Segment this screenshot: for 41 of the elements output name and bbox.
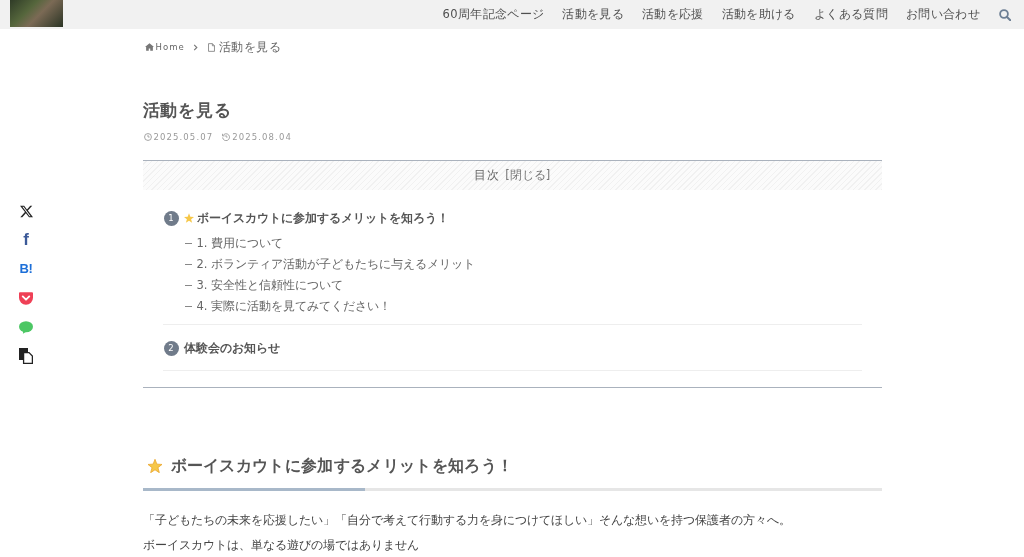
toc-link[interactable]: 1. 費用について xyxy=(196,236,284,251)
chevron-icon xyxy=(192,43,198,51)
x-logo-icon[interactable] xyxy=(19,204,33,218)
dash-icon xyxy=(184,285,192,286)
nav-link[interactable]: お問い合わせ xyxy=(896,7,989,22)
toc-link[interactable]: ボーイスカウトに参加するメリットを知ろう！ xyxy=(196,210,449,226)
document-icon xyxy=(207,42,215,52)
update-date: 2025.08.04 xyxy=(232,132,292,142)
nav-link[interactable]: 活動を助ける xyxy=(712,7,805,22)
toc-title: 目次 xyxy=(473,167,501,184)
bookmark-share-button[interactable]: B! xyxy=(19,260,33,278)
dash-icon xyxy=(184,243,192,244)
toc-link[interactable]: 2. ボランティア活動が子どもたちに与えるメリット xyxy=(196,257,476,272)
toc-link[interactable]: 4. 実際に活動を見てみてください！ xyxy=(196,299,392,314)
nav-link[interactable]: 60周年記念ページ xyxy=(433,7,554,22)
section-heading: ボーイスカウトに参加するメリットを知ろう！ xyxy=(170,455,514,477)
logo-photo[interactable] xyxy=(10,0,63,27)
history-icon xyxy=(222,133,231,141)
nav-link[interactable]: 活動を見る xyxy=(553,7,634,22)
paragraph: 「子どもたちの未来を応援したい」「自分で考えて行動する力を身につけてほしい」そんな想いを持つ保護者の方々へ。 xyxy=(142,512,792,528)
chevron-shield-icon[interactable] xyxy=(19,291,33,305)
house-icon xyxy=(144,43,154,51)
clock-icon xyxy=(143,133,152,141)
toc-toggle-link[interactable]: [閉じる] xyxy=(505,168,551,183)
dash-icon xyxy=(184,306,192,307)
facebook-share-button[interactable]: f xyxy=(23,231,29,249)
copy-icon[interactable] xyxy=(19,348,33,364)
section-number: 1 xyxy=(163,210,179,226)
nav-link[interactable]: 活動を応援 xyxy=(633,7,713,22)
search-icon[interactable] xyxy=(999,8,1011,21)
page-title: 活動を見る xyxy=(142,99,233,122)
toc-link[interactable]: 3. 安全性と信頼性について xyxy=(196,278,344,293)
paragraph: ボーイスカウトは、単なる遊びの場ではありません xyxy=(142,537,420,553)
publish-date: 2025.05.07 xyxy=(153,132,214,142)
breadcrumb-link[interactable]: Home xyxy=(144,42,185,52)
section-number: 2 xyxy=(163,340,179,356)
chat-bubble-icon[interactable] xyxy=(19,320,33,334)
nav-link[interactable]: よくある質問 xyxy=(804,7,897,22)
breadcrumb-current: 活動を見る xyxy=(218,39,281,55)
toc-link[interactable]: 体験会のお知らせ xyxy=(183,340,280,356)
dash-icon xyxy=(184,264,192,265)
